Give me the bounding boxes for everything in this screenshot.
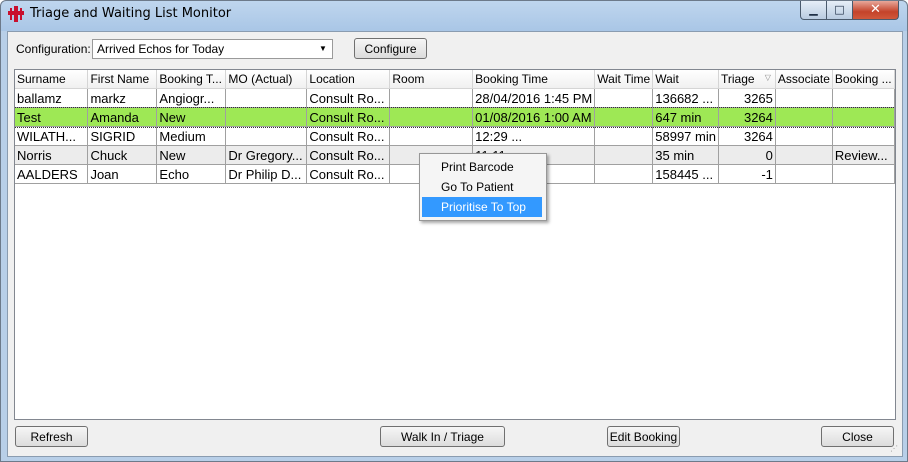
col-triage[interactable]: Triage ▽	[718, 70, 776, 89]
table-cell: markz	[87, 88, 158, 108]
minimize-button[interactable]: ▁	[800, 1, 827, 20]
table-cell: 58997 min	[652, 126, 719, 146]
table-cell: Medium	[156, 126, 227, 146]
table-cell: 12:29 ...	[472, 126, 596, 146]
table-cell: Consult Ro...	[306, 126, 391, 146]
table-cell: 28/04/2016 1:45 PM	[472, 88, 596, 108]
sort-descending-icon: ▽	[764, 73, 771, 82]
col-booking-time[interactable]: Booking Time	[472, 70, 596, 89]
table-cell: 3264	[718, 126, 776, 146]
table-cell	[775, 107, 833, 127]
table-cell	[225, 107, 308, 127]
table-cell: New	[156, 145, 227, 165]
menu-item-go-to-patient[interactable]: Go To Patient	[422, 177, 542, 197]
table-cell	[594, 126, 654, 146]
table-cell	[775, 88, 833, 108]
table-cell: 35 min	[652, 145, 719, 165]
table-cell	[389, 107, 474, 127]
col-mo-actual[interactable]: MO (Actual)	[225, 70, 308, 89]
table-cell	[594, 107, 654, 127]
table-cell	[832, 88, 895, 108]
configuration-dropdown[interactable]: Arrived Echos for Today ▼	[92, 39, 333, 59]
table-cell: WILATH...	[15, 126, 89, 146]
table-cell	[775, 145, 833, 165]
configure-button[interactable]: Configure	[354, 38, 427, 59]
table-cell	[594, 145, 654, 165]
table-cell: Consult Ro...	[306, 145, 391, 165]
table-cell: ballamz	[15, 88, 89, 108]
table-row[interactable]: Test Amanda New Consult Ro... 01/08/2016 1:0…	[15, 106, 895, 128]
table-cell: SIGRID	[87, 126, 158, 146]
table-cell: 136682 ...	[652, 88, 719, 108]
table-cell: Angiogr...	[156, 88, 227, 108]
table-cell: Consult Ro...	[306, 88, 391, 108]
waiting-list-grid[interactable]: Surname First Name Booking T... MO (Actu…	[14, 69, 896, 420]
table-cell	[832, 107, 895, 127]
chevron-down-icon[interactable]: ▼	[316, 41, 330, 57]
col-wait[interactable]: Wait	[652, 70, 719, 89]
maximize-button[interactable]: □	[826, 1, 853, 20]
table-cell	[832, 126, 895, 146]
header-row: Surname First Name Booking T... MO (Actu…	[15, 70, 895, 89]
refresh-button[interactable]: Refresh	[15, 426, 88, 447]
window-title: Triage and Waiting List Monitor	[30, 6, 232, 21]
table-cell	[775, 164, 833, 184]
menu-item-print-barcode[interactable]: Print Barcode	[422, 157, 542, 177]
configuration-label: Configuration:	[16, 42, 91, 56]
table-cell: Review...	[832, 145, 895, 165]
table-cell: 158445 ...	[652, 164, 719, 184]
table-cell	[389, 88, 474, 108]
app-cross-icon	[8, 6, 24, 22]
resize-grip-icon[interactable]: ⋰	[890, 444, 900, 454]
col-wait-time[interactable]: Wait Time	[594, 70, 654, 89]
walk-in-triage-button[interactable]: Walk In / Triage	[380, 426, 505, 447]
table-cell: Consult Ro...	[306, 107, 391, 127]
client-area: Configuration: Arrived Echos for Today ▼…	[7, 31, 903, 457]
edit-booking-button[interactable]: Edit Booking	[607, 426, 680, 447]
table-cell	[594, 88, 654, 108]
col-first-name[interactable]: First Name	[87, 70, 158, 89]
close-window-button[interactable]: ✕	[852, 1, 899, 20]
table-cell: Test	[15, 107, 89, 127]
table-cell	[225, 88, 308, 108]
table-row[interactable]: ballamz markz Angiogr... Consult Ro... 28/04…	[15, 88, 895, 108]
col-location[interactable]: Location	[306, 70, 391, 89]
table-cell: 647 min	[652, 107, 719, 127]
table-cell	[775, 126, 833, 146]
table-cell: Norris	[15, 145, 89, 165]
table-cell: Dr Gregory...	[225, 145, 308, 165]
table-cell: AALDERS	[15, 164, 89, 184]
table-cell: 01/08/2016 1:00 AM	[472, 107, 596, 127]
main-window: Triage and Waiting List Monitor ▁ □ ✕ Co…	[0, 0, 908, 462]
table-row[interactable]: WILATH... SIGRID Medium Consult Ro... 12:29 …	[15, 126, 895, 146]
table-cell	[389, 126, 474, 146]
col-surname[interactable]: Surname	[15, 70, 89, 89]
table-cell	[832, 164, 895, 184]
col-room[interactable]: Room	[389, 70, 474, 89]
table-cell: Echo	[156, 164, 227, 184]
table-cell: Dr Philip D...	[225, 164, 308, 184]
table-cell	[594, 164, 654, 184]
table-cell: Chuck	[87, 145, 158, 165]
configuration-value: Arrived Echos for Today	[97, 42, 225, 56]
table-cell	[225, 126, 308, 146]
table-cell: -1	[718, 164, 776, 184]
close-button[interactable]: Close	[821, 426, 894, 447]
table-cell: 3265	[718, 88, 776, 108]
table-cell: Amanda	[87, 107, 158, 127]
table-cell: Consult Ro...	[306, 164, 391, 184]
context-menu: Print Barcode Go To Patient Prioritise T…	[419, 153, 547, 221]
col-booking-extra[interactable]: Booking ...	[832, 70, 895, 89]
table-cell: 0	[718, 145, 776, 165]
col-booking-type[interactable]: Booking T...	[156, 70, 227, 89]
col-associate[interactable]: Associate	[775, 70, 833, 89]
title-bar[interactable]: Triage and Waiting List Monitor ▁ □ ✕	[1, 1, 907, 27]
table-cell: 3264	[718, 107, 776, 127]
col-triage-label: Triage	[720, 72, 755, 86]
table-cell: New	[156, 107, 227, 127]
menu-item-prioritise-to-top[interactable]: Prioritise To Top	[422, 197, 542, 217]
table-cell: Joan	[87, 164, 158, 184]
